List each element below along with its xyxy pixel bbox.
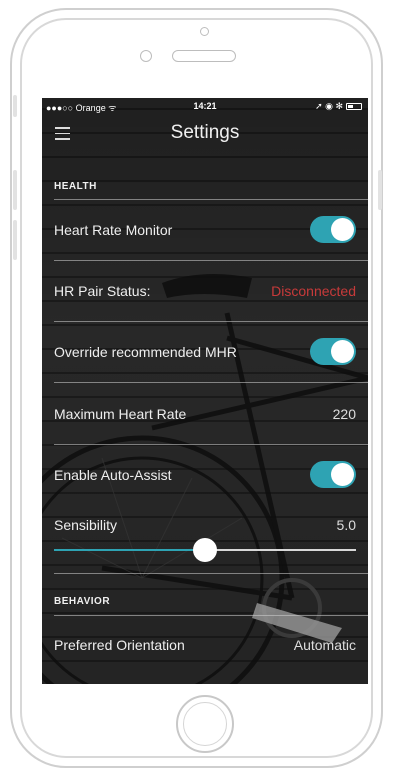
volume-up-button [13,170,17,210]
heart-rate-monitor-row: Heart Rate Monitor [42,199,368,261]
preferred-orientation-row[interactable]: Preferred Orientation Automatic [42,616,368,676]
max-heart-rate-value[interactable]: 220 [333,406,356,422]
sensibility-row: Sensibility 5.0 [42,503,368,583]
divider [54,573,368,574]
sensibility-slider[interactable] [54,538,356,562]
preferred-orientation-label: Preferred Orientation [54,637,185,653]
speaker-grille [172,50,236,62]
status-bar: ●●●○○ Orange ᯤ 14:21 ➚ ◉ ✻ [42,98,368,116]
override-mhr-row: Override recommended MHR [42,322,368,382]
preferred-orientation-value[interactable]: Automatic [294,637,356,653]
hr-pair-status-row: HR Pair Status: Disconnected [42,261,368,321]
slider-fill [54,549,205,551]
max-heart-rate-label: Maximum Heart Rate [54,406,187,422]
sensor-icon [140,50,152,62]
toggle-knob [331,463,354,486]
app-screen: ●●●○○ Orange ᯤ 14:21 ➚ ◉ ✻ Settings HEAL… [42,98,368,684]
slider-thumb[interactable] [193,538,217,562]
sensibility-value: 5.0 [336,517,356,533]
override-mhr-label: Override recommended MHR [54,344,237,360]
toggle-knob [331,218,354,241]
volume-down-button [13,220,17,260]
page-title: Settings [170,122,240,143]
battery-icon [346,103,362,110]
location-alarm-bluetooth-icons: ➚ ◉ ✻ [315,101,343,111]
sensibility-label: Sensibility [54,517,118,533]
toggle-knob [331,340,354,363]
power-button [378,170,382,210]
home-button-ring [183,702,227,746]
section-header-behavior: BEHAVIOR [54,596,111,607]
max-heart-rate-row[interactable]: Maximum Heart Rate 220 [42,383,368,443]
hr-pair-status-label: HR Pair Status: [54,283,151,299]
heart-rate-monitor-toggle[interactable] [310,216,356,243]
section-header-health: HEALTH [54,181,97,192]
auto-assist-label: Enable Auto-Assist [54,467,172,483]
override-mhr-toggle[interactable] [310,338,356,365]
camera-icon [200,27,209,36]
auto-assist-toggle[interactable] [310,461,356,488]
mute-switch [13,95,17,117]
status-icons: ➚ ◉ ✻ [315,101,362,112]
nav-bar: Settings [42,116,368,152]
hr-pair-status-value: Disconnected [271,283,356,299]
auto-assist-row: Enable Auto-Assist [42,445,368,503]
heart-rate-monitor-label: Heart Rate Monitor [54,222,173,238]
